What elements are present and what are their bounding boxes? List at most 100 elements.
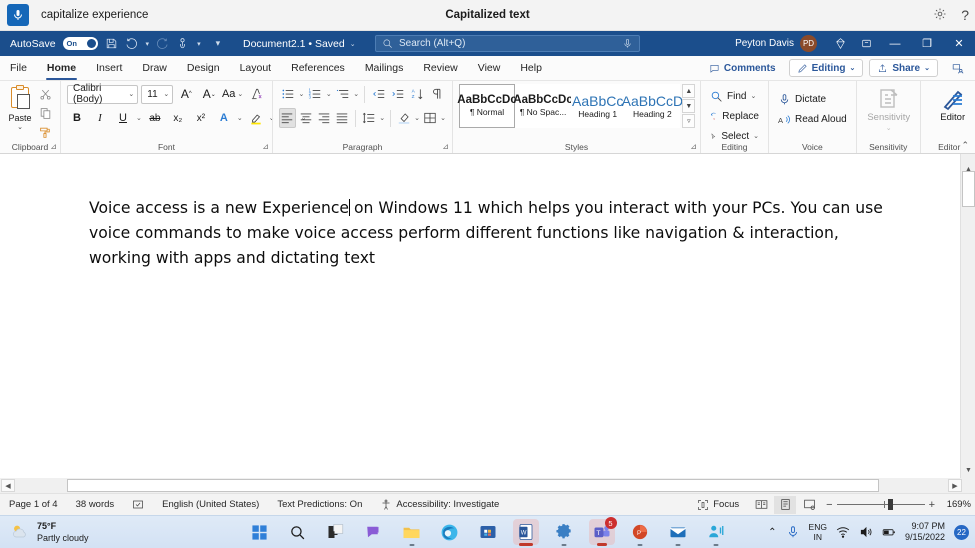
minimize-button[interactable]: — [879, 31, 911, 56]
show-hidden-icons-button[interactable]: ⌃ [768, 527, 776, 538]
touch-mode-icon[interactable] [176, 37, 189, 50]
horizontal-scrollbar[interactable]: ◀ ▶ [0, 478, 975, 493]
powerpoint-button[interactable]: P [627, 519, 653, 546]
chat-button[interactable] [361, 519, 387, 545]
tab-file[interactable]: File [0, 56, 37, 81]
teams-button[interactable]: T 5 [588, 517, 617, 546]
zoom-out-button[interactable]: − [826, 499, 832, 511]
save-icon[interactable] [105, 37, 118, 50]
zoom-handle[interactable] [887, 499, 893, 510]
text-effects-caret[interactable]: ⌄ [237, 114, 243, 122]
zoom-level[interactable]: 169% [941, 499, 971, 510]
language-indicator[interactable]: ENG IN [809, 522, 827, 542]
task-view-button[interactable] [323, 519, 349, 545]
line-spacing-caret[interactable]: ⌄ [379, 114, 385, 122]
touch-mode-caret[interactable]: ▾ [197, 40, 201, 48]
shrink-font-icon[interactable]: A ⌄ [199, 84, 219, 104]
text-predictions-status[interactable]: Text Predictions: On [268, 499, 371, 510]
subscript-button[interactable]: x₂ [168, 108, 188, 128]
split-window-handle[interactable] [960, 154, 975, 162]
comments-button[interactable]: Comments [702, 59, 783, 77]
strikethrough-button[interactable]: ab [145, 108, 165, 128]
vertical-scrollbar[interactable]: ▲ ▼ [960, 154, 975, 478]
highlight-color-icon[interactable] [246, 108, 266, 128]
close-button[interactable]: ✕ [943, 31, 975, 56]
scroll-left-button[interactable]: ◀ [1, 479, 15, 492]
chevron-down-icon[interactable]: ⌄ [849, 64, 855, 72]
chevron-down-icon[interactable]: ⌄ [17, 123, 23, 131]
gear-icon[interactable] [933, 7, 947, 23]
editor-button[interactable]: Editor [927, 84, 975, 123]
scroll-thumb-vertical[interactable] [962, 171, 975, 207]
dialog-launcher-icon[interactable]: ⊿ [442, 142, 449, 151]
bold-button[interactable]: B [67, 108, 87, 128]
italic-button[interactable]: I [90, 108, 110, 128]
collapse-ribbon-icon[interactable]: ⌃ [961, 140, 969, 151]
select-caret[interactable]: ⌄ [753, 132, 759, 140]
undo-icon[interactable] [125, 37, 138, 50]
read-mode-icon[interactable] [750, 496, 772, 514]
notification-badge[interactable]: 22 [954, 524, 969, 540]
justify-icon[interactable] [334, 108, 350, 128]
bullet-list-icon[interactable] [279, 84, 297, 104]
superscript-button[interactable]: x² [191, 108, 211, 128]
borders-caret[interactable]: ⌄ [440, 114, 446, 122]
multilevel-caret[interactable]: ⌄ [353, 90, 359, 98]
search-input[interactable]: Search (Alt+Q) [375, 35, 640, 52]
decrease-indent-icon[interactable] [370, 84, 388, 104]
diamond-icon[interactable] [827, 31, 853, 56]
underline-button[interactable]: U [113, 108, 133, 128]
battery-icon[interactable] [882, 525, 896, 539]
language-status[interactable]: English (United States) [153, 499, 268, 510]
underline-dropdown-caret[interactable]: ⌄ [136, 114, 142, 122]
chevron-down-icon[interactable]: ⌄ [886, 124, 892, 132]
microphone-icon[interactable] [786, 525, 800, 539]
page-number[interactable]: Page 1 of 4 [0, 499, 67, 510]
change-case-button[interactable]: Aa ⌄ [222, 84, 243, 104]
microsoft-store-button[interactable] [475, 519, 501, 545]
word-count[interactable]: 38 words [67, 499, 124, 510]
read-aloud-button[interactable]: A Read Aloud [775, 109, 850, 129]
document-canvas[interactable]: Voice access is a new Experience on Wind… [0, 154, 975, 478]
scroll-thumb-horizontal[interactable] [67, 479, 879, 492]
copy-icon[interactable] [37, 105, 54, 121]
find-button[interactable]: Find ⌄ [707, 86, 762, 106]
question-mark-icon[interactable]: ? [961, 8, 969, 22]
clear-formatting-icon[interactable] [246, 84, 266, 104]
edge-button[interactable] [437, 519, 463, 545]
tab-home[interactable]: Home [37, 56, 86, 81]
web-layout-icon[interactable] [798, 496, 820, 514]
avatar[interactable]: PD [800, 35, 817, 52]
zoom-track[interactable] [836, 499, 925, 510]
numbering-caret[interactable]: ⌄ [326, 90, 332, 98]
style-heading-2[interactable]: AaBbCcD Heading 2 [622, 84, 683, 128]
proofing-errors-icon[interactable] [123, 499, 153, 511]
present-icon[interactable] [944, 59, 971, 77]
borders-icon[interactable] [422, 108, 438, 128]
zoom-in-button[interactable]: + [929, 499, 935, 511]
multilevel-list-icon[interactable] [334, 84, 352, 104]
speaker-icon[interactable] [859, 525, 873, 539]
paragraph-mark-icon[interactable] [428, 84, 446, 104]
undo-dropdown-caret[interactable]: ▾ [146, 40, 150, 48]
sensitivity-button[interactable]: Sensitivity ⌄ [863, 84, 915, 132]
style-no-spacing[interactable]: AaBbCcDc ¶ No Spac... [513, 84, 573, 128]
print-layout-icon[interactable] [774, 495, 797, 514]
mail-button[interactable] [665, 519, 691, 546]
align-left-icon[interactable] [279, 108, 296, 128]
tab-review[interactable]: Review [413, 56, 467, 81]
clock[interactable]: 9:07 PM 9/15/2022 [905, 521, 945, 543]
document-text[interactable]: Voice access is a new Experience on Wind… [89, 196, 889, 271]
start-button[interactable] [247, 519, 273, 545]
autosave-toggle[interactable]: On [62, 37, 98, 50]
focus-button[interactable]: Focus [688, 499, 748, 511]
numbered-list-icon[interactable]: 123 [306, 84, 324, 104]
tab-design[interactable]: Design [177, 56, 230, 81]
font-size-combo[interactable]: 11 ⌄ [141, 84, 174, 104]
tab-mailings[interactable]: Mailings [355, 56, 414, 81]
tab-view[interactable]: View [468, 56, 511, 81]
line-spacing-icon[interactable] [361, 108, 377, 128]
styles-more[interactable]: ▿ [682, 114, 696, 128]
tab-references[interactable]: References [281, 56, 355, 81]
dialog-launcher-icon[interactable]: ⊿ [690, 142, 697, 151]
